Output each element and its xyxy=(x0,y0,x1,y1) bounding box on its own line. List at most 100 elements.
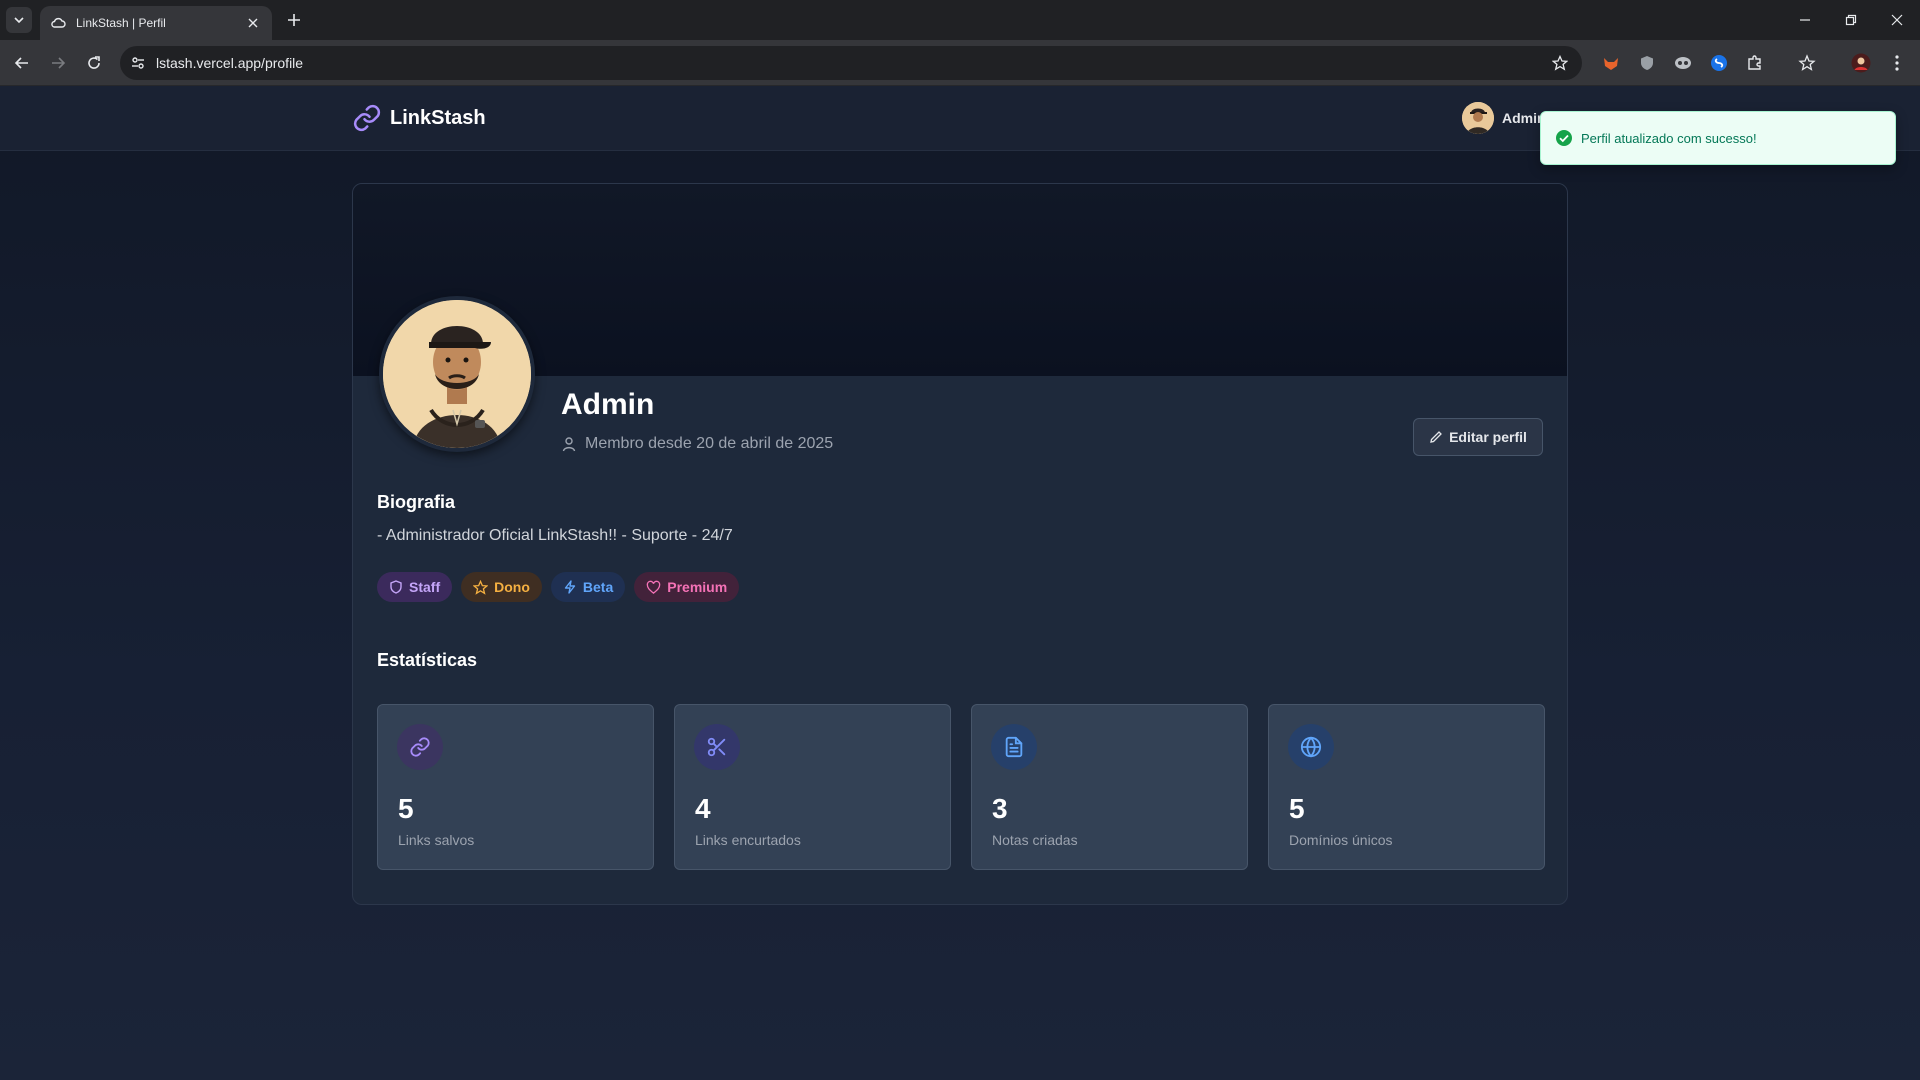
stat-value: 3 xyxy=(992,793,1008,824)
toast-message: Perfil atualizado com sucesso! xyxy=(1581,130,1757,146)
stat-label: Links salvos xyxy=(398,832,475,848)
forward-button[interactable] xyxy=(46,51,70,75)
stat-value: 4 xyxy=(695,793,711,824)
browser-tab-bar: LinkStash | Perfil xyxy=(0,0,1920,40)
chevron-down-icon xyxy=(14,17,24,24)
star-outline-icon xyxy=(1552,55,1568,71)
tab-title: LinkStash | Perfil xyxy=(76,16,166,30)
app-viewport: LinkStash Admin Perfil atualizado com su… xyxy=(0,86,1920,1080)
badge-premium: Premium xyxy=(634,572,740,602)
brand-name: LinkStash xyxy=(390,106,486,129)
arrow-right-icon xyxy=(52,57,66,69)
user-avatar-image xyxy=(1462,102,1494,134)
extensions-menu-button[interactable] xyxy=(1744,52,1766,74)
cloud-favicon-icon xyxy=(51,17,66,28)
user-icon xyxy=(562,437,576,452)
stat-label: Links encurtados xyxy=(695,832,801,848)
user-menu-button[interactable]: Admin xyxy=(1462,102,1546,134)
profile-card: Admin Membro desde 20 de abril de 2025 E… xyxy=(352,183,1568,905)
stat-label: Domínios únicos xyxy=(1289,832,1393,848)
site-info-button[interactable] xyxy=(124,49,152,77)
pencil-icon xyxy=(1430,431,1443,443)
brand-logo-link[interactable]: LinkStash xyxy=(352,103,486,133)
restore-button[interactable] xyxy=(1836,8,1866,32)
stat-value: 5 xyxy=(398,793,414,824)
back-button[interactable] xyxy=(10,51,34,75)
puzzle-icon xyxy=(1748,55,1761,70)
new-tab-button[interactable] xyxy=(282,8,306,32)
stat-card-notas-criadas: 3 Notas criadas xyxy=(971,704,1248,870)
profile-name: Admin xyxy=(561,388,655,421)
edit-profile-label: Editar perfil xyxy=(1449,429,1527,445)
badge-label: Beta xyxy=(582,579,614,595)
success-toast: Perfil atualizado com sucesso! xyxy=(1540,111,1896,165)
browser-menu-button[interactable] xyxy=(1886,52,1908,74)
reload-icon xyxy=(88,56,100,69)
mask-extension-icon xyxy=(1675,57,1691,69)
check-circle-icon xyxy=(1556,130,1572,146)
close-icon xyxy=(248,18,258,28)
stat-label: Notas criadas xyxy=(992,832,1078,848)
globe-icon xyxy=(1300,736,1322,758)
heart-icon xyxy=(646,580,661,594)
minimize-button[interactable] xyxy=(1790,8,1820,32)
stats-grid: 5 Links salvos 4 Links encurtados 3 Nota… xyxy=(377,704,1545,870)
badge-staff: Staff xyxy=(377,572,453,602)
stat-card-links-salvos: 5 Links salvos xyxy=(377,704,654,870)
tune-icon xyxy=(132,57,144,69)
address-bar[interactable]: lstash.vercel.app/profile xyxy=(120,46,1582,80)
tab-search-button[interactable] xyxy=(6,7,32,33)
link-icon xyxy=(353,104,381,132)
profile-avatar xyxy=(379,296,535,452)
profile-button[interactable] xyxy=(1850,52,1872,74)
stat-icon-wrap xyxy=(991,724,1037,770)
profile-banner xyxy=(353,184,1567,376)
shazam-extension-icon xyxy=(1711,55,1727,71)
bio-title: Biografia xyxy=(377,492,456,512)
lightning-icon xyxy=(564,580,576,594)
star-icon xyxy=(473,579,489,595)
badge-dono: Dono xyxy=(461,572,542,602)
profile-avatar-image xyxy=(383,300,531,448)
url-text: lstash.vercel.app/profile xyxy=(156,55,304,71)
member-since: Membro desde 20 de abril de 2025 xyxy=(561,435,833,453)
scissors-icon xyxy=(707,737,726,757)
bookmark-star-icon xyxy=(1798,54,1816,71)
stat-card-dominios-unicos: 5 Domínios únicos xyxy=(1268,704,1545,870)
extension-mask-button[interactable] xyxy=(1672,52,1694,74)
bookmarks-button[interactable] xyxy=(1796,52,1818,74)
browser-tab-active[interactable]: LinkStash | Perfil xyxy=(40,6,272,40)
stat-icon-wrap xyxy=(694,724,740,770)
shield-icon xyxy=(390,580,402,594)
fox-extension-icon xyxy=(1604,58,1618,70)
bio-text: - Administrador Oficial LinkStash!! - Su… xyxy=(377,527,733,544)
extension-fox-button[interactable] xyxy=(1600,52,1622,74)
stat-value: 5 xyxy=(1289,793,1305,824)
more-vertical-icon xyxy=(1895,55,1899,71)
browser-toolbar: lstash.vercel.app/profile xyxy=(0,40,1920,86)
arrow-left-icon xyxy=(14,57,28,69)
badge-label: Staff xyxy=(409,579,441,595)
link-icon xyxy=(410,737,430,757)
header-avatar xyxy=(1462,102,1494,134)
stat-icon-wrap xyxy=(397,724,443,770)
badge-label: Premium xyxy=(667,579,728,595)
badge-label: Dono xyxy=(494,579,530,595)
tab-close-button[interactable] xyxy=(244,14,262,32)
member-since-text: Membro desde 20 de abril de 2025 xyxy=(585,435,834,452)
badge-beta: Beta xyxy=(550,572,626,602)
extension-shazam-button[interactable] xyxy=(1708,52,1730,74)
shield-extension-icon xyxy=(1641,56,1653,70)
reload-button[interactable] xyxy=(82,51,106,75)
stats-title: Estatísticas xyxy=(377,650,478,670)
edit-profile-button[interactable]: Editar perfil xyxy=(1413,418,1543,456)
bookmark-button[interactable] xyxy=(1546,49,1574,77)
close-icon xyxy=(1891,14,1903,26)
restore-icon xyxy=(1845,14,1857,26)
close-window-button[interactable] xyxy=(1882,8,1912,32)
minimize-icon xyxy=(1800,19,1810,21)
plus-icon xyxy=(288,14,300,26)
stat-icon-wrap xyxy=(1288,724,1334,770)
profile-avatar-icon xyxy=(1851,53,1871,73)
extension-shield-button[interactable] xyxy=(1636,52,1658,74)
